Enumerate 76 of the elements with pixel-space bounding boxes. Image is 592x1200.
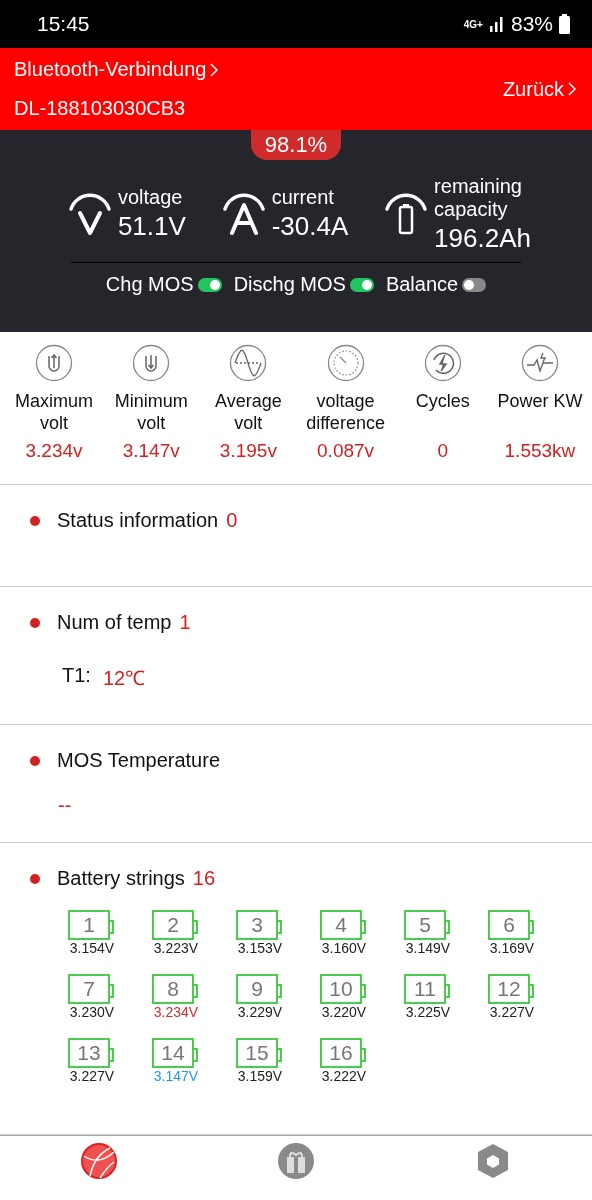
cell-voltage: 3.160V bbox=[321, 940, 367, 956]
metric-label: Power KW bbox=[497, 390, 583, 413]
cell-voltage: 3.234V bbox=[153, 1004, 199, 1020]
cell-voltage: 3.154V bbox=[69, 940, 115, 956]
gauge-value: -30.4A bbox=[271, 211, 349, 242]
battery-icon bbox=[559, 14, 570, 34]
section-title: Battery strings bbox=[57, 867, 185, 890]
section-count: 16 bbox=[192, 867, 216, 890]
switch-label: Chg MOS bbox=[105, 273, 194, 296]
battery-percent: 83% bbox=[510, 12, 553, 36]
section-count: 0 bbox=[226, 509, 238, 532]
metric-value: 1.553kw bbox=[504, 440, 576, 462]
charge-badge: 98.1% bbox=[250, 130, 342, 160]
bullet-icon bbox=[30, 617, 40, 628]
gauge-label: remaining capacity bbox=[434, 174, 523, 221]
cell-voltage: 3.169V bbox=[489, 940, 535, 956]
switch-label: Dischg MOS bbox=[233, 273, 346, 296]
metric-value: 3.234v bbox=[25, 440, 83, 462]
bullet-icon bbox=[30, 515, 40, 526]
metric-value: 0.087v bbox=[317, 440, 375, 462]
cell-voltage: 3.229V bbox=[237, 1004, 283, 1020]
gauge-label: voltage bbox=[117, 186, 184, 209]
current-icon bbox=[221, 191, 266, 237]
gauge-value: 196.2Ah bbox=[434, 222, 532, 254]
toggle-switch[interactable] bbox=[349, 277, 374, 292]
gauge-label: current bbox=[271, 186, 335, 209]
metric-value: 3.195v bbox=[219, 440, 277, 462]
back-link[interactable]: Zurück bbox=[502, 77, 576, 101]
bluetooth-link[interactable]: Bluetooth-Verbindung bbox=[14, 58, 219, 81]
chevron-icon bbox=[210, 62, 219, 77]
metric-value: 3.147v bbox=[122, 440, 180, 462]
gauge-icon bbox=[326, 344, 365, 382]
status-time: 15:45 bbox=[37, 12, 90, 36]
metric-label: Maximum volt bbox=[14, 390, 94, 434]
chevron-icon bbox=[568, 82, 576, 96]
arrow-down-icon bbox=[132, 344, 171, 382]
cell-voltage: 3.159V bbox=[237, 1068, 283, 1084]
cell-voltage: 3.225V bbox=[405, 1004, 451, 1020]
cell-voltage: 3.153V bbox=[237, 940, 283, 956]
section-title: MOS Temperature bbox=[57, 749, 221, 772]
pulse-icon bbox=[520, 344, 559, 382]
gift-tab[interactable] bbox=[277, 1142, 315, 1180]
arrow-up-icon bbox=[35, 344, 73, 382]
toggle-switch[interactable] bbox=[462, 277, 487, 292]
metric-value: 0 bbox=[437, 440, 449, 462]
network-type: 4G+ bbox=[463, 18, 483, 30]
cell-voltage: 3.227V bbox=[489, 1004, 535, 1020]
voltage-icon bbox=[67, 191, 112, 237]
cell-voltage: 3.227V bbox=[69, 1068, 115, 1084]
mos-temp-value: -- bbox=[58, 794, 72, 817]
metric-label: Average volt bbox=[214, 390, 283, 434]
switch-label: Balance bbox=[385, 273, 459, 296]
toggle-switch[interactable] bbox=[197, 277, 222, 292]
cycle-icon bbox=[423, 344, 462, 382]
sine-wave-icon bbox=[229, 344, 268, 382]
metric-label: Minimum volt bbox=[113, 390, 189, 434]
cell-voltage: 3.220V bbox=[321, 1004, 367, 1020]
section-count: 1 bbox=[179, 611, 191, 634]
sensor-label: T1: bbox=[62, 664, 91, 688]
bullet-icon bbox=[30, 873, 40, 884]
bullet-icon bbox=[30, 755, 40, 766]
section-title: Status information bbox=[57, 509, 219, 532]
cell-voltage: 3.222V bbox=[321, 1068, 367, 1084]
cell-voltage: 3.149V bbox=[405, 940, 451, 956]
cell-voltage: 3.223V bbox=[153, 940, 199, 956]
device-name: DL-188103030CB3 bbox=[14, 97, 187, 120]
section-title: Num of temp bbox=[57, 611, 172, 634]
metric-label: voltage difference bbox=[305, 390, 386, 434]
cell-voltage: 3.230V bbox=[69, 1004, 115, 1020]
globe-tab[interactable] bbox=[79, 1142, 118, 1180]
signal-icon bbox=[488, 16, 505, 32]
metric-label: Cycles bbox=[415, 390, 470, 413]
sensor-value: 12℃ bbox=[102, 666, 146, 691]
gauge-value: 51.1V bbox=[117, 211, 186, 242]
battery-gauge-icon bbox=[384, 191, 429, 237]
cell-voltage: 3.147V bbox=[153, 1068, 199, 1084]
